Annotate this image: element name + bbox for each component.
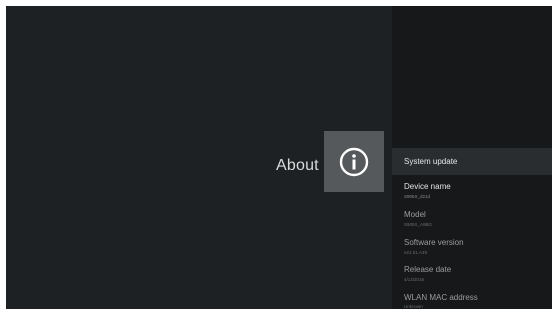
menu-item-value: Unknown — [404, 304, 423, 309]
menu-item-title: Device name — [404, 182, 451, 191]
info-icon — [339, 147, 369, 176]
menu-item-model[interactable]: Model S905X_A9BG — [392, 206, 552, 234]
settings-panel: System update Device name S905X_d21d Mod… — [392, 6, 552, 309]
menu-item-system-update[interactable]: System update — [392, 148, 552, 175]
menu-item-value: e21.01.A49 — [404, 250, 428, 255]
about-icon-tile — [324, 131, 384, 192]
menu-item-value: S905X_A9BG — [404, 222, 433, 227]
page-title: About — [276, 157, 319, 174]
menu-item-device-name[interactable]: Device name S905X_d21d — [392, 178, 552, 206]
menu-item-title: Release date — [404, 265, 452, 274]
menu-item-title: System update — [404, 157, 458, 166]
menu-item-value: S905X_d21d — [404, 194, 431, 199]
menu-item-title: Model — [404, 210, 426, 219]
menu-item-value: 4/12/2016 — [404, 277, 425, 282]
tv-settings-screen: About System update Device name S905X_d2… — [6, 6, 552, 309]
menu-item-title: WLAN MAC address — [404, 293, 478, 302]
menu-item-software-version[interactable]: Software version e21.01.A49 — [392, 234, 552, 262]
menu-item-release-date[interactable]: Release date 4/12/2016 — [392, 261, 552, 289]
menu-item-wlan-mac-address[interactable]: WLAN MAC address Unknown — [392, 289, 552, 309]
menu-item-title: Software version — [404, 238, 464, 247]
